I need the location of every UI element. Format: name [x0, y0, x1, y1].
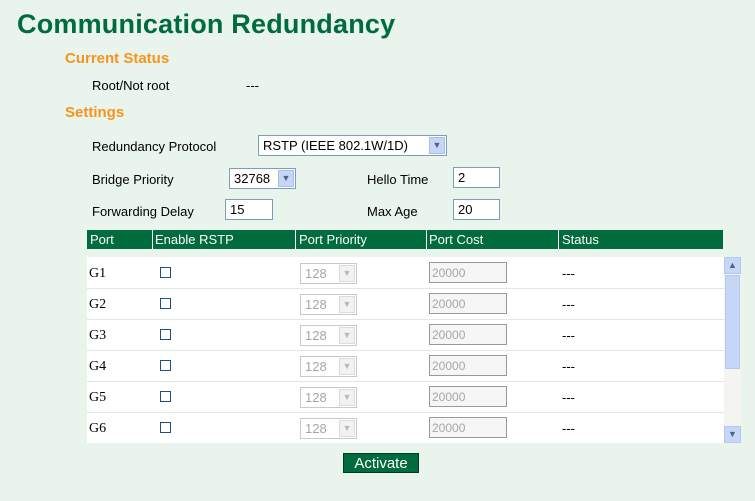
port-cost-input[interactable]: 20000	[429, 355, 507, 376]
enable-rstp-checkbox[interactable]	[160, 298, 171, 309]
max-age-label: Max Age	[367, 204, 418, 219]
column-header-enable-rstp: Enable RSTP	[155, 232, 234, 247]
table-row: G3 128 ▼ 20000 ---	[87, 319, 724, 351]
chevron-down-icon: ▼	[339, 327, 355, 344]
port-priority-value: 128	[305, 421, 327, 436]
port-priority-value: 128	[305, 359, 327, 374]
port-priority-select[interactable]: 128 ▼	[300, 325, 357, 346]
enable-rstp-checkbox[interactable]	[160, 360, 171, 371]
port-table-body: G1 128 ▼ 20000 --- G2 128 ▼ 20000 --- G3…	[87, 257, 724, 443]
redundancy-protocol-select[interactable]: RSTP (IEEE 802.1W/1D) ▼	[258, 135, 447, 156]
forwarding-delay-label: Forwarding Delay	[92, 204, 194, 219]
port-priority-select[interactable]: 128 ▼	[300, 294, 357, 315]
port-status: ---	[562, 421, 575, 436]
port-status: ---	[562, 390, 575, 405]
port-priority-value: 128	[305, 266, 327, 281]
chevron-down-icon: ▼	[278, 170, 294, 187]
redundancy-protocol-label: Redundancy Protocol	[92, 139, 217, 154]
chevron-down-icon: ▼	[339, 265, 355, 282]
port-cost-input[interactable]: 20000	[429, 324, 507, 345]
chevron-down-icon: ▼	[339, 358, 355, 375]
hello-time-input[interactable]: 2	[453, 167, 500, 188]
port-priority-value: 128	[305, 390, 327, 405]
table-scrollbar[interactable]: ▲ ▼	[724, 257, 741, 443]
table-row: G5 128 ▼ 20000 ---	[87, 381, 724, 413]
settings-heading: Settings	[65, 104, 125, 121]
port-status: ---	[562, 328, 575, 343]
current-status-heading: Current Status	[65, 50, 170, 67]
port-name: G1	[89, 266, 107, 281]
forwarding-delay-input[interactable]: 15	[225, 199, 273, 220]
chevron-down-icon: ▼	[339, 296, 355, 313]
column-header-port-cost: Port Cost	[429, 232, 484, 247]
scrollbar-thumb[interactable]	[725, 275, 740, 369]
port-table-header: Port Enable RSTP Port Priority Port Cost…	[87, 230, 723, 249]
enable-rstp-checkbox[interactable]	[160, 422, 171, 433]
port-name: G5	[89, 390, 107, 405]
port-status: ---	[562, 297, 575, 312]
enable-rstp-checkbox[interactable]	[160, 391, 171, 402]
enable-rstp-checkbox[interactable]	[160, 329, 171, 340]
port-priority-value: 128	[305, 297, 327, 312]
table-row: G4 128 ▼ 20000 ---	[87, 350, 724, 382]
root-status-label: Root/Not root	[92, 78, 170, 93]
bridge-priority-select[interactable]: 32768 ▼	[229, 168, 296, 189]
chevron-down-icon: ▼	[429, 137, 445, 154]
activate-button[interactable]: Activate	[343, 453, 419, 473]
enable-rstp-checkbox[interactable]	[160, 267, 171, 278]
column-header-status: Status	[562, 232, 599, 247]
table-row: G6 128 ▼ 20000 ---	[87, 412, 724, 443]
column-header-port: Port	[90, 232, 114, 247]
table-row: G1 128 ▼ 20000 ---	[87, 257, 724, 289]
redundancy-protocol-value: RSTP (IEEE 802.1W/1D)	[263, 138, 408, 153]
page-title: Communication Redundancy	[17, 9, 396, 39]
port-status: ---	[562, 359, 575, 374]
port-priority-select[interactable]: 128 ▼	[300, 263, 357, 284]
root-status-value: ---	[246, 78, 259, 93]
max-age-input[interactable]: 20	[453, 199, 500, 220]
scroll-down-icon[interactable]: ▼	[724, 426, 741, 443]
port-priority-select[interactable]: 128 ▼	[300, 356, 357, 377]
port-status: ---	[562, 266, 575, 281]
bridge-priority-label: Bridge Priority	[92, 172, 174, 187]
column-header-port-priority: Port Priority	[299, 232, 367, 247]
chevron-down-icon: ▼	[339, 389, 355, 406]
port-cost-input[interactable]: 20000	[429, 417, 507, 438]
port-name: G4	[89, 359, 107, 374]
table-row: G2 128 ▼ 20000 ---	[87, 288, 724, 320]
port-name: G2	[89, 297, 107, 312]
port-name: G6	[89, 421, 107, 436]
scroll-up-icon[interactable]: ▲	[724, 257, 741, 274]
port-priority-select[interactable]: 128 ▼	[300, 387, 357, 408]
port-priority-select[interactable]: 128 ▼	[300, 418, 357, 439]
chevron-down-icon: ▼	[339, 420, 355, 437]
bridge-priority-value: 32768	[234, 171, 271, 186]
port-cost-input[interactable]: 20000	[429, 386, 507, 407]
port-name: G3	[89, 328, 107, 343]
port-priority-value: 128	[305, 328, 327, 343]
hello-time-label: Hello Time	[367, 172, 429, 187]
port-cost-input[interactable]: 20000	[429, 293, 507, 314]
port-cost-input[interactable]: 20000	[429, 262, 507, 283]
